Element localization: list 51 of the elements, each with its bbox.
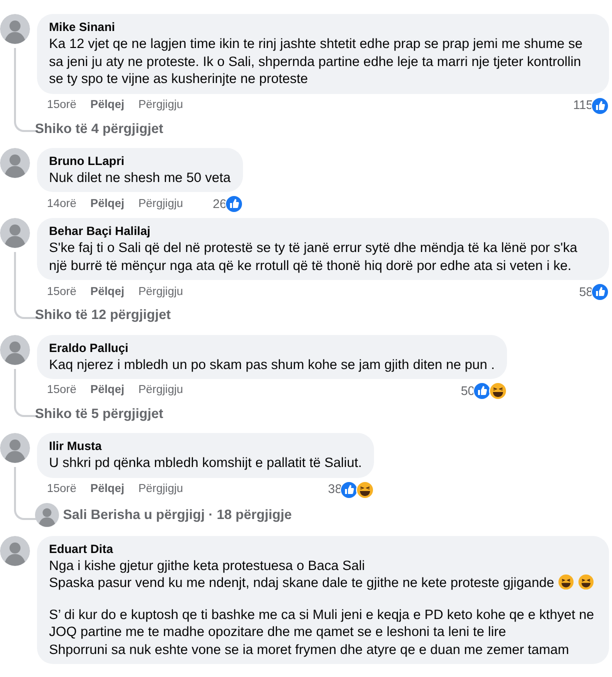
like-reaction-icon[interactable] [224, 195, 243, 214]
view-replies-link[interactable]: Shiko të 12 përgjigjet [35, 305, 171, 326]
laughing-emoji-icon [558, 574, 574, 590]
like-reaction-icon[interactable] [591, 96, 609, 114]
comment-text: Nga i kishe gjetur gjithe keta protestuesa o Baca Sali [49, 558, 365, 573]
reaction-count[interactable]: 26 [212, 194, 227, 214]
reply-link[interactable]: Përgjigju [138, 382, 184, 400]
comment-text: Shporruni sa nuk eshte vone se ia moret frymen dhe atyre qe e duan me zemer tamam [49, 642, 570, 657]
laughing-reaction-icon[interactable] [488, 382, 507, 400]
view-replies-link[interactable]: Shiko të 4 përgjigjet [35, 118, 164, 139]
comment-text: Nuk dilet ne shesh me 50 veta [49, 170, 231, 185]
laughing-reaction-icon[interactable] [356, 480, 374, 499]
like-link[interactable]: Pëlqej [90, 284, 124, 301]
reply-link[interactable]: Përgjigju [138, 96, 184, 114]
comment-text: S’ di kur do e kuptosh qe ti bashke me ca si Muli jeni e keqja e PD keto kohe qe e kthyet ne JOQ partine me te madhe opozitare dhe me qamet se e leshoni ta leni te lire [49, 606, 594, 640]
comment-text: Ka 12 vjet qe ne lagjen time ikin te rinj jashte shtetit edhe prap se prap jemi me shume se sa jeni ju aty ne proteste. Ik o Sali, shpernda partine edhe leje ta marri nje tjeter kontrollin se ty spo te vijne as kusherinjte ne proteste [49, 36, 583, 86]
reply-link[interactable]: Përgjigju [138, 481, 184, 498]
like-link[interactable]: Pëlqej [90, 196, 124, 213]
avatar-icon[interactable] [0, 433, 30, 464]
like-link[interactable]: Pëlqej [90, 96, 124, 114]
avatar-icon[interactable] [0, 218, 30, 248]
author-name[interactable]: Behar Baçi Halilaj [49, 223, 597, 240]
laughing-emoji-icon [578, 574, 594, 590]
like-link[interactable]: Pëlqej [90, 382, 124, 400]
reply-link[interactable]: Përgjigju [138, 284, 184, 301]
avatar-icon[interactable] [35, 502, 59, 527]
author-name[interactable]: Eduart Dita [49, 540, 597, 557]
like-reaction-icon[interactable] [591, 283, 609, 302]
avatar-icon[interactable] [0, 148, 30, 178]
avatar-icon[interactable] [0, 14, 30, 44]
author-name[interactable]: Mike Sinani [49, 19, 597, 35]
view-replies-link[interactable]: Shiko të 5 përgjigjet [35, 404, 164, 424]
like-link[interactable]: Pëlqej [90, 481, 124, 498]
like-reaction-icon[interactable] [340, 480, 358, 499]
author-name[interactable]: Ilir Musta [49, 438, 362, 454]
timestamp[interactable]: 15orë [47, 284, 76, 301]
avatar-icon[interactable] [0, 334, 30, 364]
like-reaction-icon[interactable] [472, 382, 491, 400]
reply-link[interactable]: Përgjigju [138, 196, 184, 213]
timestamp[interactable]: 15orë [47, 96, 76, 114]
avatar-icon[interactable] [0, 536, 30, 566]
author-name[interactable]: Bruno LLapri [49, 152, 231, 169]
timestamp[interactable]: 15orë [47, 382, 76, 400]
timestamp[interactable]: 15orë [47, 481, 76, 498]
timestamp[interactable]: 14orë [47, 196, 76, 213]
comment-text: Kaq njerez i mbledh un po skam pas shum kohe se jam gjith diten ne pun . [49, 356, 495, 372]
view-replies-link[interactable]: Sali Berisha u përgjigj · 18 përgjigje [63, 504, 292, 525]
comment-text: Spaska pasur vend ku me ndenjt, ndaj skane dale te gjithe ne kete proteste gjigande [49, 575, 554, 590]
comment-text: S'ke faj ti o Sali që del në protestë se ty të janë errur sytë dhe mëndja të ka lënë por s'ka një burrë të mënçur nga ata që ke rrotull që të thonë hiq dorë por edhe ata si veten i ke. [49, 240, 578, 273]
comment-text: U shkri pd qënka mbledh komshijt e pallatit të Saliut. [49, 455, 362, 470]
author-name[interactable]: Eraldo Palluçi [49, 340, 495, 356]
